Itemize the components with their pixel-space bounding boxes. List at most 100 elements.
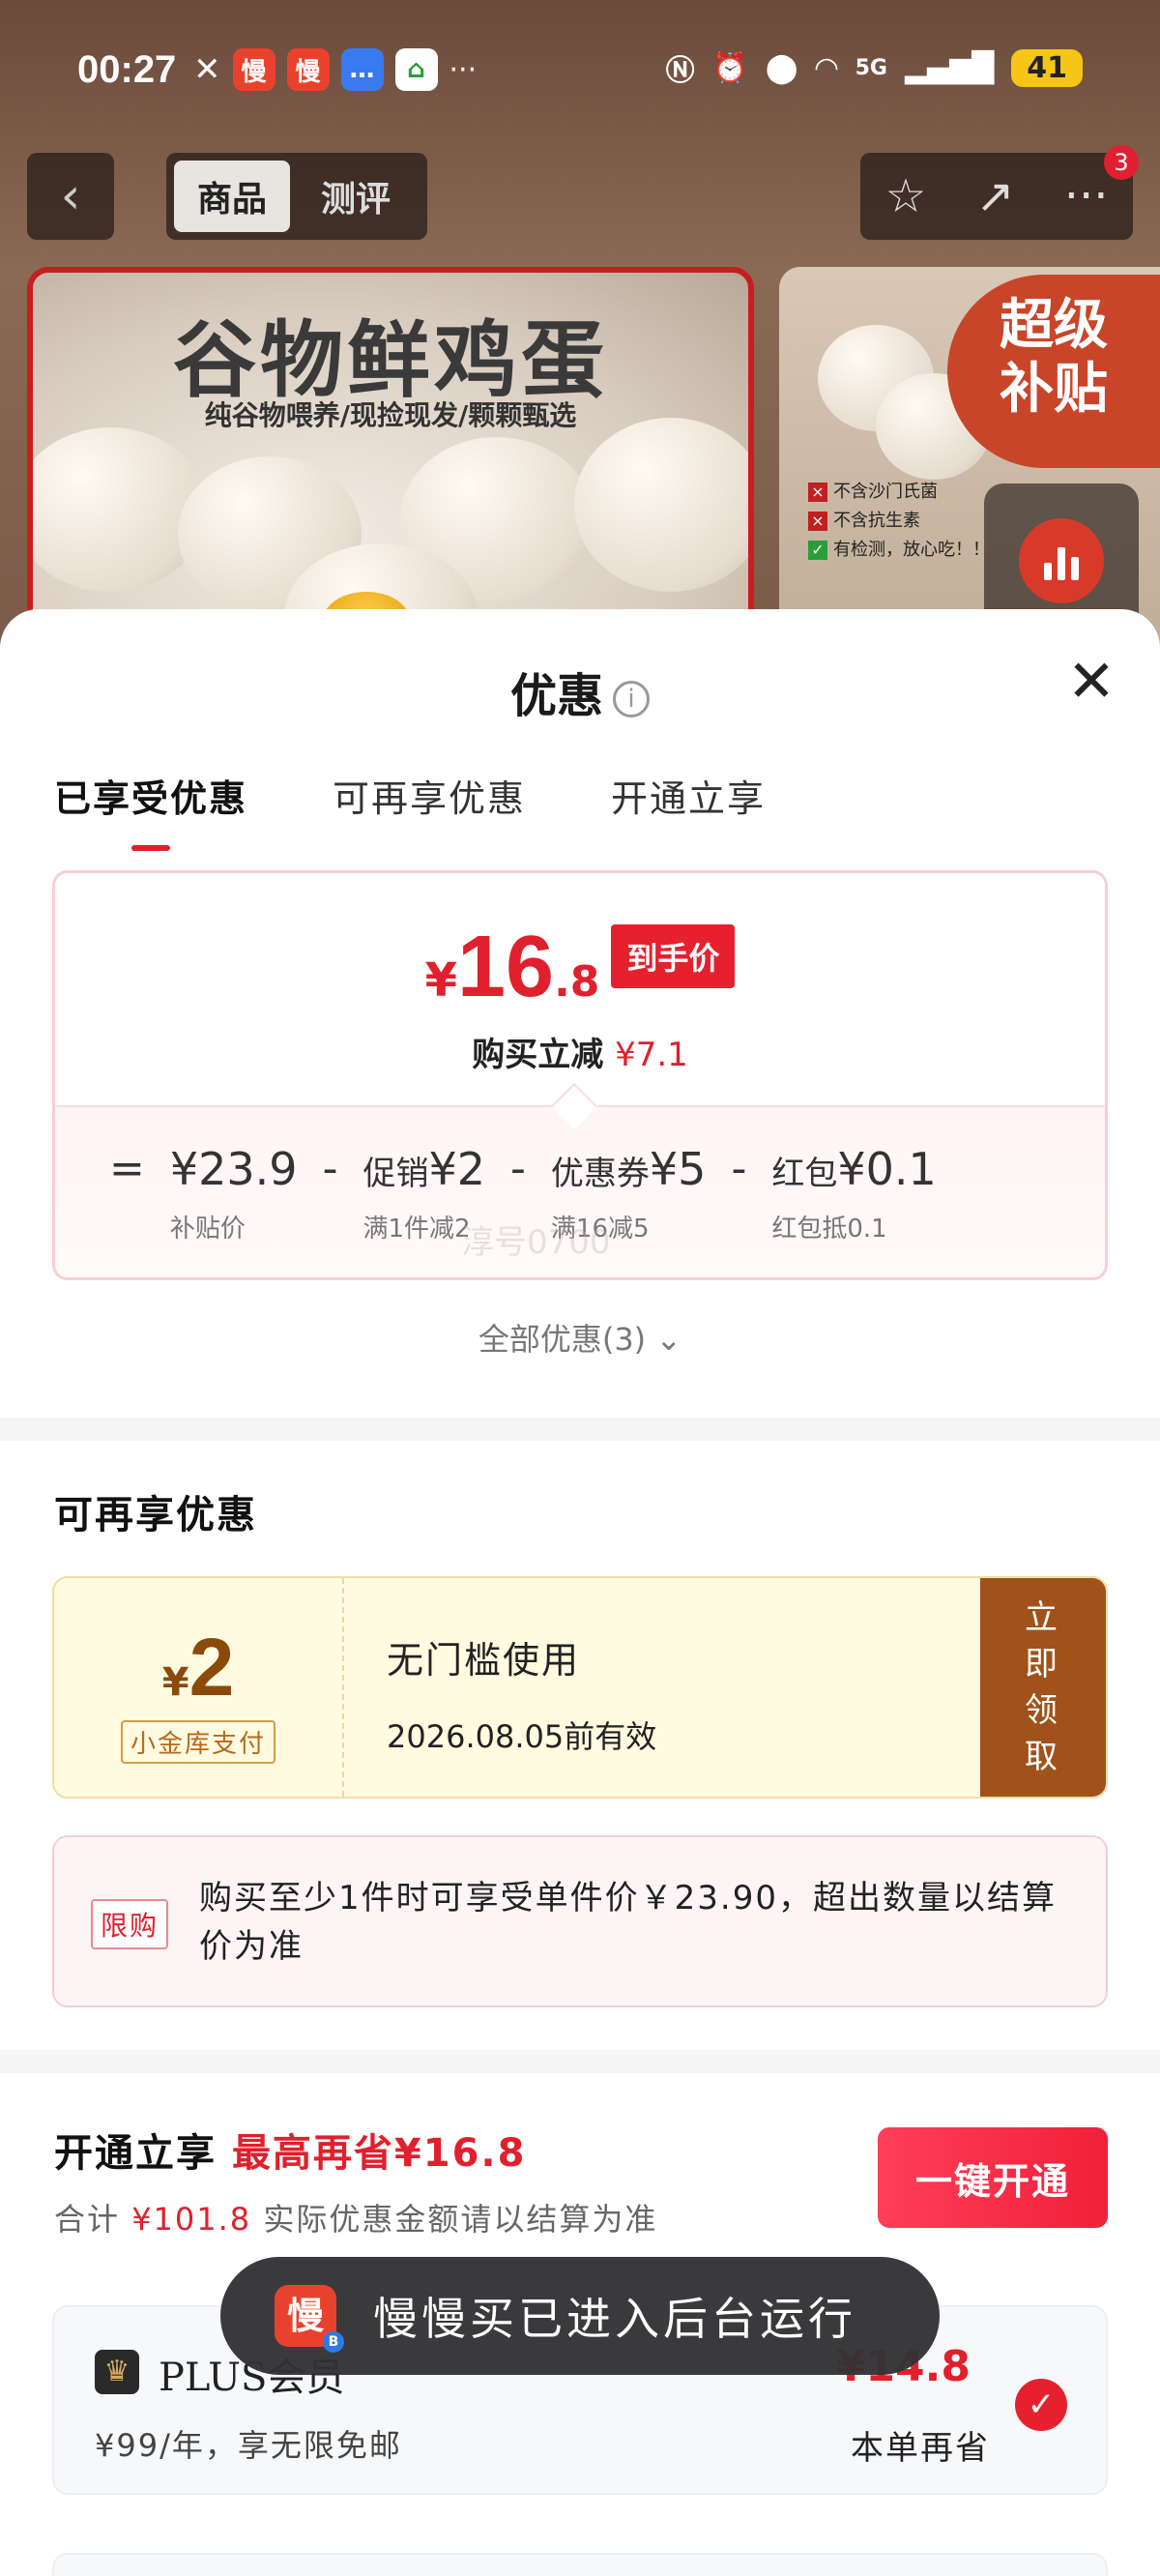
- all-offers-toggle[interactable]: 全部优惠(3) ⌄: [0, 1315, 1160, 1360]
- super-subsidy-badge: 超级 补贴: [947, 275, 1160, 468]
- cross-icon: ×: [808, 483, 827, 502]
- next-membership-card[interactable]: [52, 2553, 1108, 2576]
- app-notification-icon: 慢: [232, 48, 276, 91]
- feature-item: × 不含抗生素: [808, 507, 990, 536]
- tab-more-offers[interactable]: 可再享优惠: [333, 769, 526, 851]
- tab-enjoyed-offers[interactable]: 已享受优惠: [54, 769, 247, 851]
- breakdown-label: 促销: [362, 1155, 429, 1193]
- subtitle-prefix: 合计: [54, 2201, 121, 2238]
- home-app-icon: ⌂: [394, 48, 438, 91]
- breakdown-value: ¥2: [428, 1143, 486, 1195]
- limit-text: 购买至少1件时可享受单件价￥23.90，超出数量以结算价为准: [199, 1879, 1057, 1966]
- close-icon[interactable]: ✕: [1065, 653, 1117, 711]
- sheet-title: 优惠 i: [0, 658, 1160, 725]
- more-icon[interactable]: ···: [1064, 169, 1109, 223]
- nav-actions: ☆ ↗ ··· 3: [860, 145, 1139, 240]
- checkbox-checked-icon[interactable]: ✓: [1015, 2379, 1067, 2431]
- alarm-icon: ⏰: [711, 50, 748, 85]
- open-offers-title: 开通立享 最高再省¥16.8: [54, 2122, 526, 2178]
- crown-icon: ♛: [95, 2350, 139, 2394]
- reduction-label: 购买立减: [472, 1036, 604, 1074]
- breakdown-value: ¥23.9: [169, 1143, 298, 1195]
- breakdown-value: ¥0.1: [837, 1143, 937, 1195]
- tab-review[interactable]: 测评: [298, 161, 414, 232]
- reduction-amount: ¥7.1: [615, 1036, 688, 1074]
- breakdown-operator: -: [731, 1144, 747, 1193]
- plus-description: ¥99/年，享无限免邮: [95, 2427, 402, 2464]
- sheet-tabs: 已享受优惠 可再享优惠 开通立享: [54, 769, 766, 851]
- notification-badge: 3: [1104, 145, 1139, 180]
- super-badge-line1: 超级: [1000, 294, 1108, 357]
- purchase-limit-notice: 限购 购买至少1件时可享受单件价￥23.90，超出数量以结算价为准: [52, 1835, 1108, 2007]
- wifi-icon: ◠: [815, 50, 838, 85]
- product-tabs: 商品 测评: [166, 153, 427, 240]
- back-button[interactable]: ‹: [27, 153, 114, 240]
- feature-text: 不含沙门氏菌: [833, 482, 938, 502]
- final-price: ¥16.8 到手价: [55, 918, 1105, 1017]
- breakdown-label: 优惠券: [550, 1155, 650, 1193]
- breakdown-sub: 补贴价: [169, 1215, 246, 1244]
- product-banner-main[interactable]: 谷物鲜鸡蛋 纯谷物喂养/现捡现发/颗颗甄选: [27, 267, 754, 654]
- banner-subtitle: 纯谷物喂养/现捡现发/颗颗甄选: [204, 399, 577, 431]
- open-title-text: 开通立享: [54, 2131, 217, 2176]
- sheet-title-text: 优惠: [509, 669, 603, 723]
- final-price-card: ¥16.8 到手价 购买立减 ¥7.1 = ¥23.9 补贴价 - 促销¥2 满1…: [52, 870, 1108, 1280]
- more-offers-title: 可再享优惠: [54, 1493, 257, 1537]
- coupon-expiry: 2026.08.05前有效: [387, 1718, 657, 1755]
- network-type: 5G: [855, 55, 887, 80]
- price-breakdown: = ¥23.9 补贴价 - 促销¥2 满1件减2 - 优惠券¥5 满16减5 -…: [55, 1105, 1105, 1277]
- one-click-open-button[interactable]: 一键开通: [878, 2127, 1108, 2228]
- watermark: 淳号0700: [461, 1223, 611, 1262]
- breakdown-item-redpacket: 红包¥0.1 红包抵0.1: [771, 1142, 936, 1244]
- open-offers-subtitle: 合计 ¥101.8 实际优惠金额请以结算为准: [54, 2195, 657, 2239]
- price-summary: ¥16.8 到手价 购买立减 ¥7.1: [55, 873, 1105, 1105]
- info-icon[interactable]: i: [613, 681, 650, 717]
- egg-illustration: [574, 418, 748, 592]
- breakdown-label: 红包: [771, 1155, 838, 1193]
- feature-text: 不含抗生素: [833, 511, 920, 531]
- instant-reduction: 购买立减 ¥7.1: [55, 1028, 1105, 1075]
- super-badge-line2: 补贴: [1000, 358, 1108, 421]
- product-nav-bar: ‹ 商品 测评 ☆ ↗ ··· 3: [27, 145, 1139, 240]
- coupon-currency: ¥: [161, 1660, 189, 1705]
- more-notifications-icon: ···: [449, 52, 478, 87]
- location-icon: ⬤: [765, 50, 798, 85]
- limit-tag: 限购: [91, 1899, 169, 1949]
- coupon-condition: 无门槛使用: [387, 1639, 581, 1682]
- subtitle-amount: ¥101.8: [131, 2201, 252, 2238]
- status-notification-icons: ✕ 慢 慢 … ⌂ ···: [193, 48, 477, 91]
- breakdown-item-subsidy: ¥23.9 补贴价: [170, 1142, 298, 1244]
- breakdown-operator: -: [322, 1144, 338, 1193]
- cross-icon: ×: [808, 512, 827, 531]
- feature-item: ✓ 有检测，放心吃！！: [808, 536, 990, 565]
- coupon-card: ¥2 小金库支付 无门槛使用 2026.08.05前有效 立即领取: [52, 1576, 1108, 1799]
- feature-item: × 不含沙门氏菌: [808, 478, 990, 507]
- share-icon[interactable]: ↗: [976, 169, 1015, 223]
- tab-open-offers[interactable]: 开通立享: [611, 769, 766, 851]
- final-price-tag: 到手价: [611, 924, 736, 988]
- claim-coupon-button[interactable]: 立即领取: [980, 1578, 1106, 1797]
- favorite-star-icon[interactable]: ☆: [884, 169, 926, 223]
- all-offers-label: 全部优惠(3): [478, 1321, 647, 1358]
- breakdown-sub: 红包抵0.1: [771, 1215, 887, 1244]
- price-currency: ¥: [424, 953, 457, 1008]
- open-title-highlight: 最高再省¥16.8: [231, 2131, 527, 2176]
- price-integer: 16: [456, 919, 555, 1015]
- section-divider: [0, 1418, 1160, 1441]
- app-icon: 慢: [275, 2285, 344, 2353]
- breakdown-operator: =: [109, 1144, 145, 1193]
- egg-illustration: [33, 427, 207, 592]
- coupon-payment-tag: 小金库支付: [120, 1720, 276, 1764]
- status-time: 00:27: [77, 48, 177, 91]
- background-running-toast: 慢 慢慢买已进入后台运行: [220, 2257, 940, 2375]
- feature-text: 有检测，放心吃！！: [833, 540, 990, 560]
- section-divider: [0, 2050, 1160, 2073]
- plus-saving-label: 本单再省: [851, 2429, 990, 2468]
- breakdown-value: ¥5: [649, 1143, 707, 1195]
- status-system-icons: Ⓝ ⏰ ⬤ ◠ 5G ▂▄▆█ 41: [666, 46, 1083, 89]
- battery-indicator: 41: [1011, 48, 1083, 87]
- price-decimal: .8: [554, 957, 600, 1007]
- tab-product[interactable]: 商品: [174, 161, 290, 232]
- feature-list: × 不含沙门氏菌 × 不含抗生素 ✓ 有检测，放心吃！！: [808, 478, 990, 565]
- subtitle-suffix: 实际优惠金额请以结算为准: [263, 2201, 658, 2238]
